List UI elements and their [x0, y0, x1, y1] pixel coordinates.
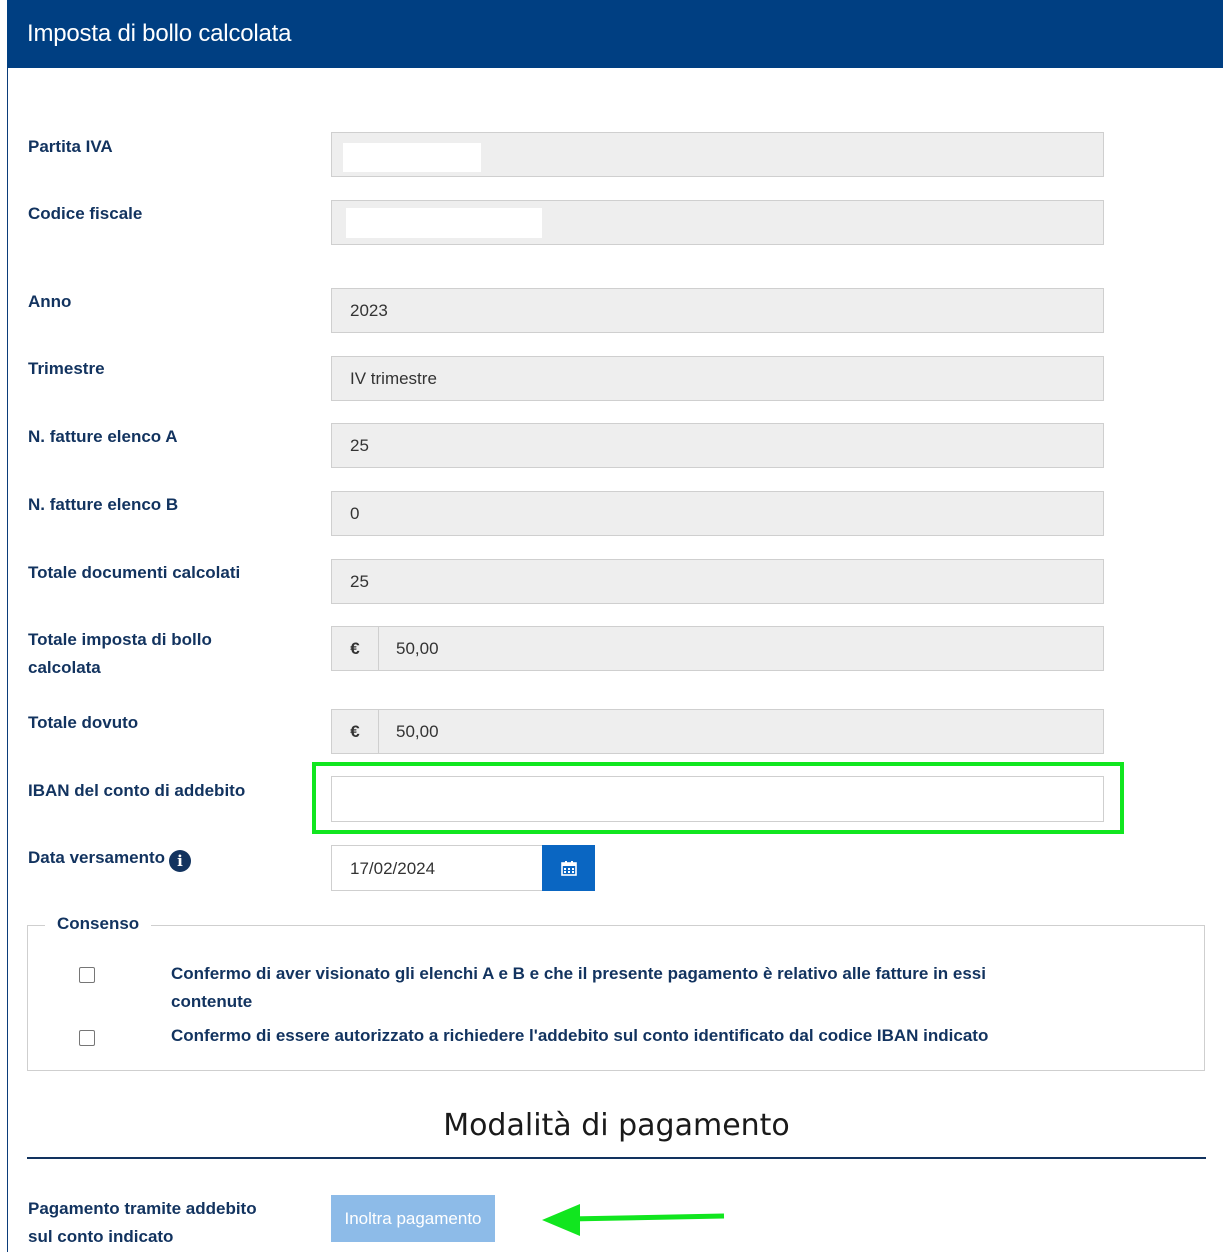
data-versamento-label: Data versamento i — [28, 844, 298, 872]
trimestre-label: Trimestre — [28, 359, 105, 378]
fatture-b-field: 0 — [331, 491, 1104, 536]
data-versamento-value: 17/02/2024 — [350, 859, 436, 878]
totale-imposta-label: Totale imposta di bollo calcolata — [28, 626, 298, 682]
consenso-checkbox-1[interactable] — [79, 967, 95, 983]
calendar-button[interactable] — [542, 845, 595, 891]
totale-documenti-field: 25 — [331, 559, 1104, 604]
consenso-text-1-line2: contenute — [171, 992, 253, 1011]
pagamento-label-line1: Pagamento tramite addebito — [28, 1199, 257, 1218]
inoltra-pagamento-button[interactable]: Inoltra pagamento — [331, 1195, 495, 1242]
anno-label: Anno — [28, 292, 72, 311]
totale-documenti-value: 25 — [350, 572, 369, 591]
trimestre-value: IV trimestre — [350, 369, 437, 388]
arrow-icon — [542, 1204, 725, 1236]
partita-iva-field — [331, 132, 1104, 177]
data-versamento-text: Data versamento — [28, 848, 166, 867]
anno-field: 2023 — [331, 288, 1104, 333]
codice-fiscale-field — [331, 200, 1104, 245]
redacted-mask — [346, 208, 542, 238]
pagamento-label-line2: sul conto indicato — [28, 1227, 174, 1246]
fatture-a-field: 25 — [331, 423, 1104, 468]
payment-section-title: Modalità di pagamento — [443, 1108, 790, 1143]
partita-iva-label: Partita IVA — [28, 137, 113, 156]
consenso-text-2: Confermo di essere autorizzato a richied… — [171, 1026, 989, 1045]
fatture-b-value: 0 — [350, 504, 360, 523]
info-icon[interactable]: i — [169, 850, 192, 872]
fatture-a-value: 25 — [350, 436, 369, 455]
totale-documenti-label: Totale documenti calcolati — [28, 563, 241, 582]
euro-addon: € — [332, 627, 379, 670]
trimestre-field: IV trimestre — [331, 356, 1104, 401]
euro-addon: € — [332, 710, 379, 753]
panel-header: Imposta di bollo calcolata — [7, 0, 1223, 68]
data-versamento-input[interactable]: 17/02/2024 — [331, 845, 543, 891]
panel-title: Imposta di bollo calcolata — [27, 20, 292, 47]
consenso-text-1: Confermo di aver visionato gli elenchi A… — [171, 960, 1121, 1016]
totale-imposta-label-line1: Totale imposta di bollo — [28, 630, 212, 649]
anno-value: 2023 — [350, 301, 388, 320]
calendar-icon — [560, 861, 577, 876]
consenso-text-1-line1: Confermo di aver visionato gli elenchi A… — [171, 964, 986, 983]
section-divider — [27, 1157, 1206, 1159]
totale-imposta-label-line2: calcolata — [28, 658, 101, 677]
redacted-mask — [343, 143, 481, 172]
totale-dovuto-field: € 50,00 — [331, 709, 1104, 754]
totale-imposta-field: € 50,00 — [331, 626, 1104, 671]
codice-fiscale-label: Codice fiscale — [28, 204, 143, 223]
consenso-checkbox-2[interactable] — [79, 1030, 95, 1046]
fatture-a-label: N. fatture elenco A — [28, 427, 178, 446]
totale-imposta-value: 50,00 — [396, 639, 439, 658]
pagamento-label: Pagamento tramite addebito sul conto ind… — [28, 1195, 298, 1251]
totale-dovuto-label: Totale dovuto — [28, 713, 139, 732]
totale-dovuto-value: 50,00 — [396, 722, 439, 741]
iban-input[interactable] — [331, 776, 1104, 822]
iban-label: IBAN del conto di addebito — [28, 781, 246, 800]
fatture-b-label: N. fatture elenco B — [28, 495, 179, 514]
consenso-legend: Consenso — [45, 914, 152, 934]
